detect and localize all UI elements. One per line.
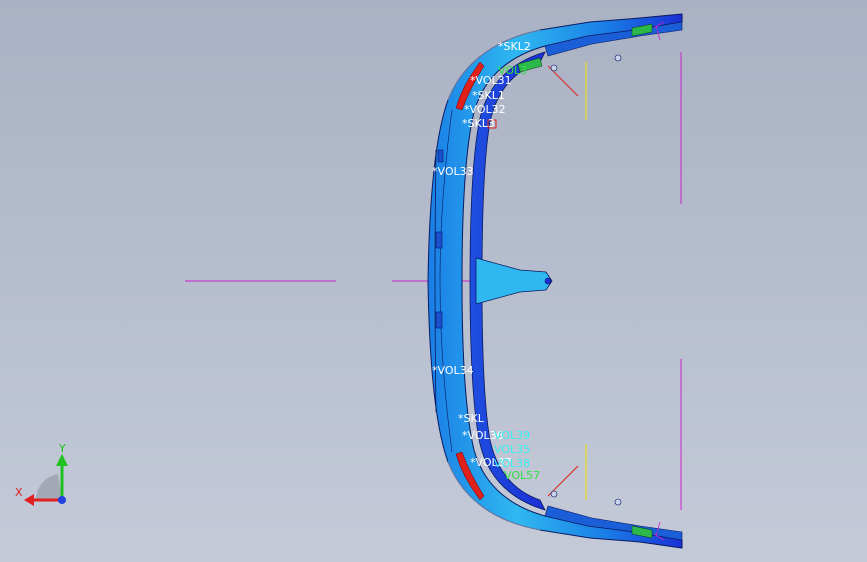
label-vol34[interactable]: *VOL34 [432, 364, 474, 377]
mount-hole [614, 54, 622, 62]
mount-hole [550, 490, 558, 498]
label-skl2[interactable]: *SKL2 [498, 40, 531, 53]
label-skl3[interactable]: *SKL3 [462, 117, 495, 130]
label-vol39[interactable]: VOL39 [494, 429, 530, 442]
orientation-triad[interactable]: Y X [15, 442, 68, 506]
mount-hole [550, 64, 558, 72]
end-hardware [653, 21, 665, 541]
mounting-holes [550, 54, 622, 506]
triad-plane [35, 474, 62, 500]
label-skl[interactable]: *SKL [458, 412, 485, 425]
center-bracket-body[interactable] [475, 257, 553, 305]
slot-feature [435, 231, 443, 249]
label-vol3x[interactable]: VOL3 [498, 64, 527, 77]
label-vol35[interactable]: VOL35 [494, 443, 530, 456]
center-bracket[interactable] [475, 257, 553, 305]
triad-x-arrow [24, 494, 34, 506]
label-vol33[interactable]: *VOL33 [432, 165, 474, 178]
cad-viewport[interactable]: *SKL2 *VOL31 *SKL1 *VOL32 *SKL3 *VOL33 *… [0, 0, 867, 562]
annotation-labels-cyan: VOL39 VOL35 VOL38 [494, 429, 530, 470]
label-vol32[interactable]: *VOL32 [464, 103, 506, 116]
triad-y-arrow [56, 454, 68, 466]
slot-feature [437, 149, 444, 163]
triad-x-label: X [15, 486, 23, 499]
triad-y-label: Y [58, 442, 66, 455]
triad-z-axis [58, 496, 66, 504]
mount-hole [614, 498, 622, 506]
label-skl1[interactable]: *SKL1 [472, 89, 505, 102]
label-vol57[interactable]: VOL57 [504, 469, 540, 482]
center-bracket-hole [544, 277, 552, 285]
slot-feature [435, 311, 443, 329]
